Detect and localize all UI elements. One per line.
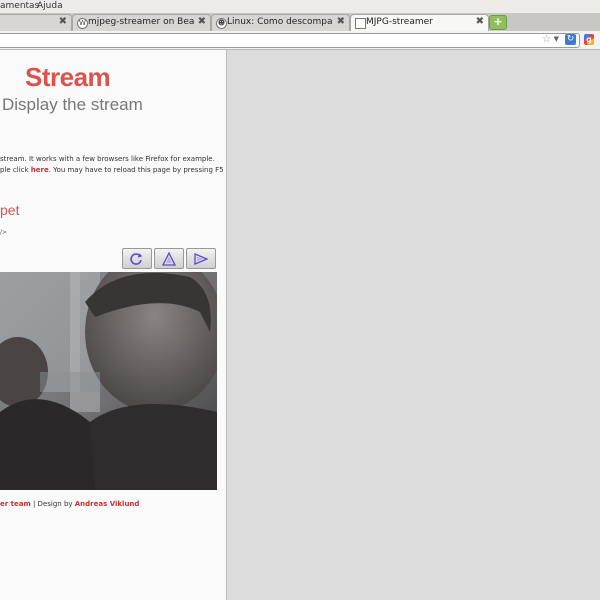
reload-icon[interactable]: ↻ — [565, 34, 576, 45]
page-title: Stream — [25, 62, 111, 92]
close-icon[interactable]: ✖ — [59, 16, 67, 27]
google-icon[interactable]: g — [584, 34, 594, 45]
paragraph-text: . You may have to reload this page by pr… — [48, 166, 224, 174]
mirror-stream-button[interactable] — [186, 248, 216, 269]
tux-icon: ☻ — [216, 18, 227, 29]
intro-paragraph: stream. It works with a few browsers lik… — [0, 154, 224, 176]
paragraph-line: ple click here. You may have to reload t… — [0, 165, 224, 176]
close-icon[interactable]: ✖ — [198, 16, 206, 27]
arrow-right-icon — [194, 253, 209, 265]
team-link[interactable]: er team — [0, 500, 31, 508]
page-icon — [355, 18, 366, 29]
video-stream — [0, 272, 217, 490]
wordpress-icon: W — [77, 18, 88, 29]
tab-linux-descompactar[interactable]: ☻ Linux: Como descompactar… ✖ — [211, 14, 350, 31]
here-link[interactable]: here — [31, 166, 49, 174]
footer: er team | Design by Andreas Viklund — [0, 500, 139, 508]
tab-strip: ✖ W mjpeg-streamer on BeagleB… ✖ ☻ Linux… — [0, 13, 600, 32]
new-tab-button[interactable]: + — [489, 15, 507, 30]
tab-previous[interactable]: ✖ — [0, 14, 72, 31]
menubar: amentas Ajuda — [0, 0, 600, 13]
menu-ajuda[interactable]: Ajuda — [37, 1, 63, 11]
rotate-icon — [130, 253, 143, 265]
paragraph-text: ple click — [0, 166, 31, 174]
close-icon[interactable]: ✖ — [476, 16, 484, 27]
close-icon[interactable]: ✖ — [337, 16, 345, 27]
footer-text: | Design by — [30, 500, 75, 508]
page-subtitle: Display the stream — [2, 95, 143, 114]
stream-frame — [0, 272, 217, 490]
reload-stream-button[interactable] — [122, 248, 152, 269]
tab-title: Linux: Como descompactar… — [227, 17, 333, 27]
flip-stream-button[interactable] — [154, 248, 184, 269]
code-snippet: /> — [0, 229, 8, 236]
section-heading: pet — [0, 202, 20, 218]
paragraph-line: stream. It works with a few browsers lik… — [0, 155, 215, 163]
tab-mjpg-streamer[interactable]: MJPG-streamer ✖ — [350, 14, 489, 32]
designer-link[interactable]: Andreas Viklund — [75, 500, 140, 508]
chevron-down-icon[interactable]: ▼ — [554, 35, 559, 43]
address-bar[interactable]: ☆ ▼ ↻ — [0, 33, 580, 48]
tab-title: MJPG-streamer — [366, 17, 433, 27]
tab-title: mjpeg-streamer on BeagleB… — [88, 17, 194, 27]
page-content: Stream Display the stream stream. It wor… — [0, 50, 227, 600]
triangle-icon — [161, 251, 177, 266]
star-icon[interactable]: ☆ — [542, 34, 551, 45]
toolbar: ☆ ▼ ↻ — [0, 31, 600, 50]
tab-mjpeg-beaglebone[interactable]: W mjpeg-streamer on BeagleB… ✖ — [72, 14, 211, 31]
menu-ferramentas[interactable]: amentas — [0, 1, 39, 11]
